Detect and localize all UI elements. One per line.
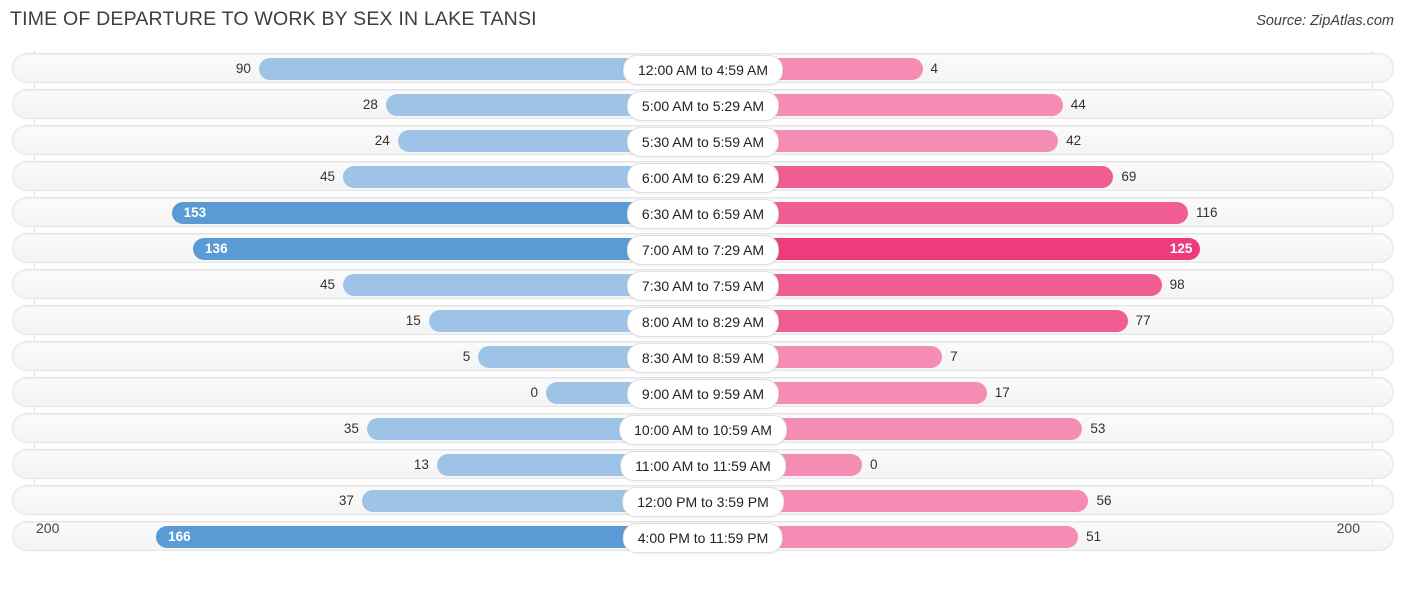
row-content: 28 44 5:00 AM to 5:29 AM xyxy=(13,90,1393,121)
category-label: 11:00 AM to 11:59 AM xyxy=(620,451,786,481)
category-label: 8:30 AM to 8:59 AM xyxy=(626,343,780,373)
bar-value-male: 24 xyxy=(374,133,390,148)
category-label: 10:00 AM to 10:59 AM xyxy=(619,415,787,445)
row-content: 45 69 6:00 AM to 6:29 AM xyxy=(13,162,1393,193)
bar-value-female: 56 xyxy=(1096,493,1112,508)
table-row[interactable]: 13 0 11:00 AM to 11:59 AM xyxy=(12,449,1394,481)
bar-value-male: 45 xyxy=(319,169,335,184)
table-row[interactable]: 37 56 12:00 PM to 3:59 PM xyxy=(12,485,1394,517)
row-content: 0 17 9:00 AM to 9:59 AM xyxy=(13,378,1393,409)
bar-value-female: 42 xyxy=(1066,133,1082,148)
bar-value-female: 116 xyxy=(1195,205,1218,220)
bar-value-female: 0 xyxy=(870,457,878,472)
bar-value-male: 153 xyxy=(183,205,207,220)
bar-value-female: 7 xyxy=(950,349,958,364)
table-row[interactable]: 35 53 10:00 AM to 10:59 AM xyxy=(12,413,1394,445)
row-content: 153 116 6:30 AM to 6:59 AM xyxy=(13,198,1393,229)
bar-value-female: 17 xyxy=(994,385,1010,400)
category-label: 7:00 AM to 7:29 AM xyxy=(626,235,780,265)
row-content: 13 0 11:00 AM to 11:59 AM xyxy=(13,450,1393,481)
table-row[interactable]: 24 42 5:30 AM to 5:59 AM xyxy=(12,125,1394,157)
category-label: 5:00 AM to 5:29 AM xyxy=(626,91,780,121)
category-label: 6:30 AM to 6:59 AM xyxy=(626,199,780,229)
table-row[interactable]: 45 69 6:00 AM to 6:29 AM xyxy=(12,161,1394,193)
table-row[interactable]: 28 44 5:00 AM to 5:29 AM xyxy=(12,89,1394,121)
row-content: 15 77 8:00 AM to 8:29 AM xyxy=(13,306,1393,337)
category-label: 6:00 AM to 6:29 AM xyxy=(626,163,780,193)
bar-value-female: 44 xyxy=(1070,97,1086,112)
bar-value-male: 90 xyxy=(235,61,251,76)
bar-value-female: 98 xyxy=(1169,277,1185,292)
bar-value-male: 13 xyxy=(413,457,429,472)
row-content: 37 56 12:00 PM to 3:59 PM xyxy=(13,486,1393,517)
category-label: 7:30 AM to 7:59 AM xyxy=(626,271,780,301)
bar-value-female: 53 xyxy=(1090,421,1106,436)
bar-value-male: 37 xyxy=(338,493,354,508)
bar-value-male: 15 xyxy=(405,313,421,328)
bar-value-male: 5 xyxy=(462,349,471,364)
table-row[interactable]: 136 125 7:00 AM to 7:29 AM xyxy=(12,233,1394,265)
row-content: 45 98 7:30 AM to 7:59 AM xyxy=(13,270,1393,301)
bar-value-male: 0 xyxy=(530,385,538,400)
table-row[interactable]: 45 98 7:30 AM to 7:59 AM xyxy=(12,269,1394,301)
table-row[interactable]: 0 17 9:00 AM to 9:59 AM xyxy=(12,377,1394,409)
table-row[interactable]: 90 4 12:00 AM to 4:59 AM xyxy=(12,53,1394,85)
chart-plot-area: 90 4 12:00 AM to 4:59 AM 28 44 5:00 AM to 5:2… xyxy=(0,50,1406,554)
row-content: 35 53 10:00 AM to 10:59 AM xyxy=(13,414,1393,445)
bar-value-male: 136 xyxy=(205,241,228,256)
row-content: 136 125 7:00 AM to 7:29 AM xyxy=(13,234,1393,265)
row-content: 90 4 12:00 AM to 4:59 AM xyxy=(13,54,1393,85)
bar-value-female: 69 xyxy=(1121,169,1137,184)
category-label: 5:30 AM to 5:59 AM xyxy=(626,127,780,157)
category-label: 12:00 AM to 4:59 AM xyxy=(623,55,783,85)
table-row[interactable]: 5 7 8:30 AM to 8:59 AM xyxy=(12,341,1394,373)
source-attribution: Source: ZipAtlas.com xyxy=(1256,13,1394,29)
bar-value-male: 28 xyxy=(362,97,378,112)
bar-male[interactable] xyxy=(171,202,704,224)
row-content: 24 42 5:30 AM to 5:59 AM xyxy=(13,126,1393,157)
category-label: 9:00 AM to 9:59 AM xyxy=(626,379,780,409)
bar-value-female: 125 xyxy=(1169,241,1193,256)
bar-value-female: 4 xyxy=(930,61,939,76)
page-title: TIME OF DEPARTURE TO WORK BY SEX IN LAKE… xyxy=(10,8,537,30)
bar-value-female: 77 xyxy=(1135,313,1151,328)
table-row[interactable]: 153 116 6:30 AM to 6:59 AM xyxy=(12,197,1394,229)
bar-value-male: 35 xyxy=(343,421,359,436)
table-row[interactable]: 15 77 8:00 AM to 8:29 AM xyxy=(12,305,1394,337)
bar-value-male: 45 xyxy=(319,277,335,292)
row-content: 5 7 8:30 AM to 8:59 AM xyxy=(13,342,1393,373)
category-label: 12:00 PM to 3:59 PM xyxy=(622,487,784,517)
category-label: 8:00 AM to 8:29 AM xyxy=(626,307,780,337)
category-label: 4:00 PM to 11:59 PM xyxy=(622,523,784,553)
